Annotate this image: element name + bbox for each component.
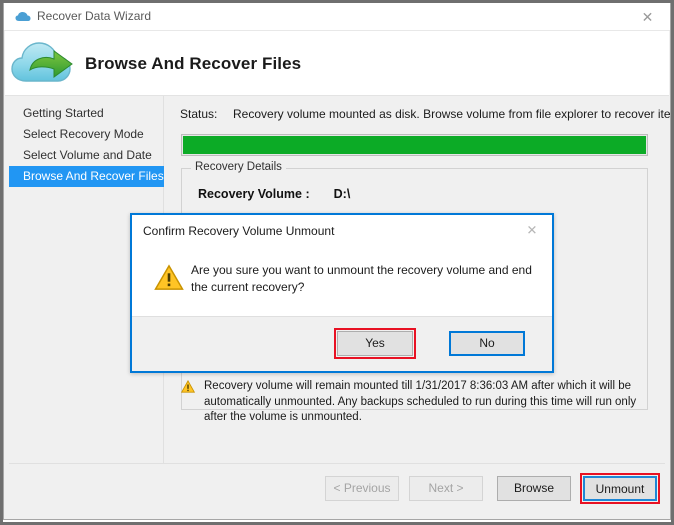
yes-button[interactable]: Yes — [337, 331, 413, 356]
window-title: Recover Data Wizard — [37, 9, 152, 23]
sidebar-item-label: Select Volume and Date — [23, 148, 152, 162]
sidebar-item-getting-started[interactable]: Getting Started — [9, 103, 163, 124]
cloud-with-green-arrow-logo — [10, 37, 76, 87]
wizard-footer: < Previous Next > Browse Unmount — [9, 463, 665, 514]
dialog-message: Are you sure you want to unmount the rec… — [191, 263, 532, 294]
previous-button[interactable]: < Previous — [325, 476, 399, 501]
sidebar-item-select-volume-and-date[interactable]: Select Volume and Date — [9, 145, 163, 166]
unmount-button[interactable]: Unmount — [583, 476, 657, 501]
dialog-title-bar: Confirm Recovery Volume Unmount ✕ — [132, 215, 552, 249]
warning-triangle-icon — [154, 264, 184, 291]
next-button[interactable]: Next > — [409, 476, 483, 501]
status-value: Recovery volume mounted as disk. Browse … — [233, 107, 674, 121]
sidebar-item-label: Browse And Recover Files — [23, 169, 164, 183]
page-title: Browse And Recover Files — [85, 54, 302, 73]
sidebar-item-label: Getting Started — [23, 106, 104, 120]
mount-expiry-warning: Recovery volume will remain mounted till… — [180, 379, 645, 426]
dialog-close-icon[interactable]: ✕ — [512, 215, 552, 245]
status-label: Status: — [180, 107, 218, 121]
sidebar-item-select-recovery-mode[interactable]: Select Recovery Mode — [9, 124, 163, 145]
close-glyph: ✕ — [641, 8, 654, 25]
dialog-footer: Yes No — [132, 316, 552, 371]
sidebar-item-label: Select Recovery Mode — [23, 127, 144, 141]
sidebar-item-browse-and-recover-files[interactable]: Browse And Recover Files — [9, 166, 166, 187]
wizard-header: Browse And Recover Files — [5, 31, 669, 95]
recovery-details-legend: Recovery Details — [191, 161, 286, 173]
recovery-volume-label: Recovery Volume : — [198, 187, 310, 201]
browse-button[interactable]: Browse — [497, 476, 571, 501]
warning-text: Recovery volume will remain mounted till… — [204, 380, 637, 423]
window-title-bar: Recover Data Wizard ✕ — [4, 3, 670, 31]
close-icon[interactable]: ✕ — [625, 3, 670, 30]
dialog-body: Are you sure you want to unmount the rec… — [132, 249, 552, 317]
screenshot-canvas: Recover Data Wizard ✕ Browse And Recover… — [0, 0, 674, 525]
status-row: Status: Recovery volume mounted as disk. … — [180, 107, 674, 121]
confirm-unmount-dialog: Confirm Recovery Volume Unmount ✕ Are yo… — [130, 213, 554, 373]
dialog-title: Confirm Recovery Volume Unmount — [143, 224, 335, 238]
recovery-volume-row: Recovery Volume : D:\ — [198, 187, 350, 201]
no-button[interactable]: No — [449, 331, 525, 356]
recovery-volume-value: D:\ — [333, 187, 351, 201]
warning-triangle-icon — [180, 379, 196, 393]
cloud-icon — [15, 10, 31, 24]
progress-bar-fill — [183, 136, 646, 154]
progress-bar — [181, 134, 648, 156]
dialog-close-glyph: ✕ — [526, 222, 538, 238]
